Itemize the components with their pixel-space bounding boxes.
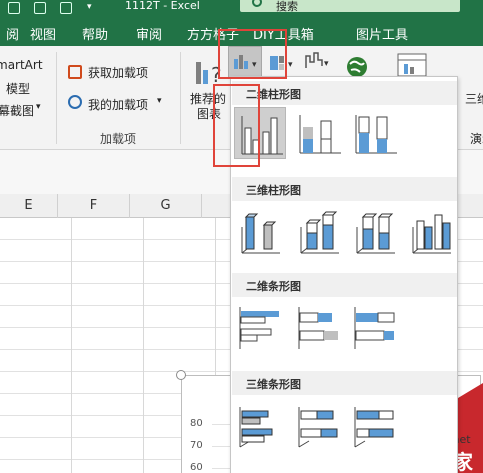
chevron-down-icon: ▾ — [157, 96, 162, 106]
section-header-2d-column: 二维柱形图 — [232, 81, 457, 105]
100-stacked-bar-icon — [354, 307, 395, 349]
window-title: 1112T - Excel — [125, 0, 200, 12]
title-bar: ▾ 1112T - Excel 搜索 — [0, 0, 483, 18]
3d-100-stacked-column-icon — [356, 213, 395, 254]
search-box[interactable]: 搜索 — [240, 0, 460, 13]
3d-100-stacked-column-option[interactable] — [349, 205, 401, 257]
3d-100-stacked-bar-option[interactable] — [349, 399, 401, 451]
column-chart-dropdown: 二维柱形图 三维柱形图 二维条形图 三维条形图 — [230, 76, 458, 473]
save-icon[interactable] — [8, 2, 20, 14]
qat-dropdown-icon[interactable]: ▾ — [86, 2, 98, 14]
3d-stacked-bar-icon — [298, 407, 338, 448]
3d-model-button[interactable]: 模型 — [6, 80, 30, 97]
section-header-3d-bar: 三维条形图 — [232, 371, 457, 395]
stacked-bar-option[interactable] — [293, 301, 345, 353]
waterfall-chart-icon[interactable]: ▾ — [303, 50, 333, 74]
stacked-column-icon — [299, 115, 341, 154]
get-addins-button[interactable]: 获取加载项 — [88, 64, 148, 81]
stacked-bar-icon — [298, 307, 338, 349]
3d-stacked-column-icon — [300, 211, 339, 254]
chart-y-tick: 80 — [190, 418, 203, 429]
my-addins-button[interactable]: 我的加载项 — [88, 96, 148, 113]
3d-stacked-bar-option[interactable] — [293, 399, 345, 451]
chart-y-tick: 70 — [190, 440, 203, 451]
chart-y-tick: 60 — [190, 462, 203, 473]
highlight-clustered-column-option — [213, 84, 260, 167]
highlight-column-chart-button — [218, 29, 287, 79]
smartart-button[interactable]: martArt — [0, 58, 43, 72]
store-icon — [68, 65, 82, 79]
3d-clustered-column-option[interactable] — [234, 205, 286, 257]
my-addins-icon — [68, 95, 82, 109]
100-stacked-column-icon — [355, 115, 397, 154]
search-placeholder: 搜索 — [276, 0, 298, 13]
file-icon[interactable] — [60, 2, 72, 14]
100-stacked-column-option[interactable] — [349, 107, 401, 159]
column-header-f[interactable]: F — [58, 194, 130, 218]
tab-picture-tools[interactable]: 图片工具 — [356, 24, 408, 43]
clustered-bar-icon — [239, 307, 279, 349]
chart-resize-handle[interactable] — [176, 370, 186, 380]
3d-clustered-column-icon — [241, 213, 280, 254]
tab-partial[interactable]: 阅 — [6, 24, 19, 43]
100-stacked-bar-option[interactable] — [349, 301, 401, 353]
3d-clustered-bar-option[interactable] — [234, 399, 286, 451]
tab-review[interactable]: 审阅 — [136, 24, 162, 43]
section-header-2d-bar: 二维条形图 — [232, 273, 457, 297]
qat-icon[interactable] — [34, 2, 46, 14]
svg-text:▾: ▾ — [324, 59, 329, 69]
tab-help[interactable]: 帮助 — [82, 24, 108, 43]
screenshot-button[interactable]: 幕截图 — [0, 102, 34, 119]
3d-clustered-bar-icon — [239, 407, 273, 448]
3d-100-stacked-bar-icon — [354, 407, 394, 448]
column-header-g[interactable]: G — [130, 194, 202, 218]
svg-text:▾: ▾ — [288, 60, 293, 70]
3d-column-icon — [412, 214, 451, 254]
tab-view[interactable]: 视图 — [30, 24, 56, 43]
section-header-3d-column: 三维柱形图 — [232, 177, 457, 201]
search-icon — [252, 0, 262, 7]
addins-group-label: 加载项 — [100, 132, 137, 146]
3d-stacked-column-option[interactable] — [293, 205, 345, 257]
tours-group-label: 演示 — [470, 132, 483, 146]
column-header-e[interactable]: E — [0, 194, 58, 218]
chevron-down-icon: ▾ — [36, 102, 41, 112]
clustered-bar-option[interactable] — [234, 301, 286, 353]
3d-column-option[interactable] — [405, 205, 457, 257]
stacked-column-option[interactable] — [293, 107, 345, 159]
3d-map-label[interactable]: 三维 — [465, 90, 483, 107]
